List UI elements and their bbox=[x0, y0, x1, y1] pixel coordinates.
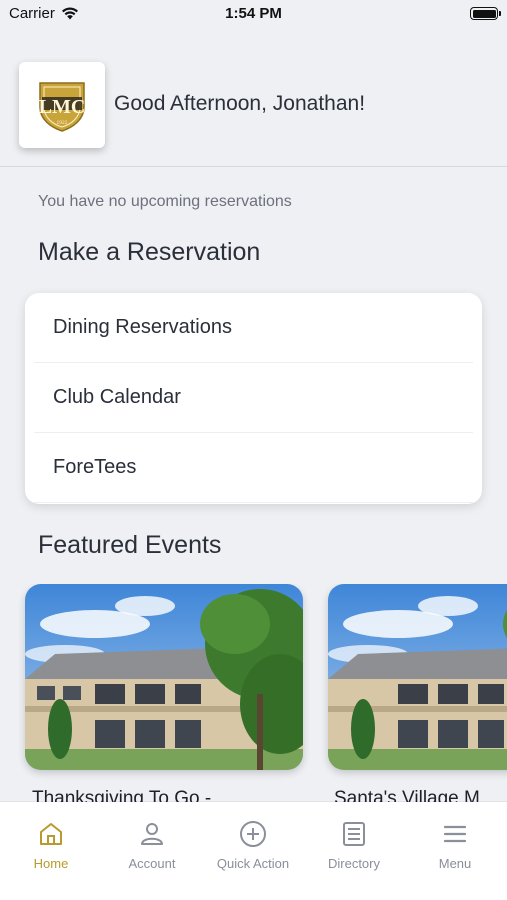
reservation-item-club-calendar[interactable]: Club Calendar bbox=[34, 363, 473, 433]
tab-account-label: Account bbox=[128, 856, 176, 871]
battery-icon bbox=[470, 7, 501, 20]
tab-directory[interactable]: Directory bbox=[304, 820, 404, 871]
tab-bar: Home Account Quick Action Directory Menu bbox=[0, 802, 507, 900]
home-icon bbox=[40, 823, 62, 845]
tab-account[interactable]: Account bbox=[102, 820, 202, 871]
club-logo[interactable]: LMC 1922 bbox=[19, 62, 105, 148]
event-card-thanksgiving[interactable] bbox=[25, 584, 303, 770]
reservation-item-dining[interactable]: Dining Reservations bbox=[34, 293, 473, 363]
reservation-options-card: Dining Reservations Club Calendar ForeTe… bbox=[25, 293, 482, 504]
event-card-santas-village[interactable] bbox=[328, 584, 507, 770]
account-icon bbox=[141, 823, 163, 845]
tab-home-label: Home bbox=[33, 856, 69, 871]
event-image bbox=[328, 584, 507, 770]
featured-events-carousel[interactable]: Thanksgiving To Go - Santa's Village M bbox=[0, 584, 507, 804]
tab-quick-action-label: Quick Action bbox=[216, 856, 290, 871]
tab-quick-action[interactable]: Quick Action bbox=[203, 820, 303, 871]
greeting-text: Good Afternoon, Jonathan! bbox=[114, 92, 366, 115]
status-time: 1:54 PM bbox=[225, 5, 282, 22]
header: LMC 1922 Good Afternoon, Jonathan! bbox=[0, 45, 507, 167]
make-reservation-title: Make a Reservation bbox=[38, 238, 261, 266]
plus-circle-icon bbox=[240, 821, 266, 847]
directory-icon bbox=[343, 822, 365, 846]
tab-home[interactable]: Home bbox=[1, 820, 101, 871]
reservation-item-foretees[interactable]: ForeTees bbox=[34, 433, 473, 503]
event-image bbox=[25, 584, 303, 770]
no-reservations-message: You have no upcoming reservations bbox=[38, 193, 292, 210]
status-bar: Carrier 1:54 PM bbox=[0, 0, 507, 28]
featured-events-title: Featured Events bbox=[38, 531, 222, 559]
menu-icon bbox=[443, 825, 467, 843]
club-crest-icon: LMC 1922 bbox=[39, 82, 86, 132]
tab-menu-label: Menu bbox=[438, 856, 472, 871]
logo-year: 1922 bbox=[57, 120, 68, 126]
tab-menu[interactable]: Menu bbox=[405, 820, 505, 871]
logo-monogram: LMC bbox=[39, 96, 86, 118]
tab-directory-label: Directory bbox=[327, 856, 380, 871]
